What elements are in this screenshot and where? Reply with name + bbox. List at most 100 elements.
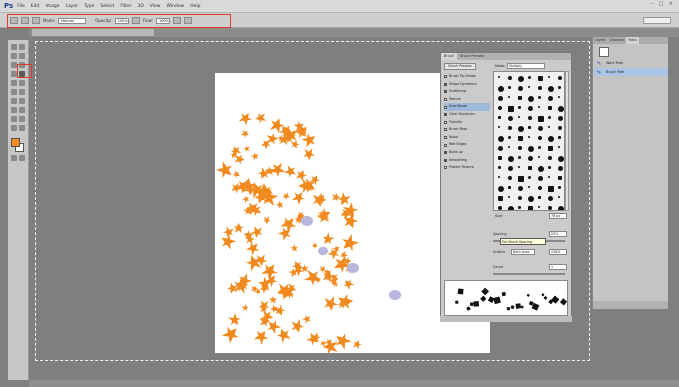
brush-tip-thumbnail[interactable] [498,116,501,119]
window-controls[interactable]: – □ × [650,1,675,7]
brush-tip-thumbnail[interactable] [498,96,503,101]
brush-tip-thumbnail[interactable] [518,126,524,132]
tab-layers[interactable]: Layers [593,37,608,44]
brush-tip-thumbnail[interactable] [518,96,522,100]
document-tab[interactable] [32,29,154,36]
brush-option[interactable]: Transfer [444,119,490,127]
brush-option[interactable]: Protect Texture [444,164,490,172]
brush-tip-thumbnail[interactable] [518,136,523,141]
path-row-brush[interactable]: ✎ Brush Path [594,68,668,76]
type-tool-icon[interactable] [19,107,25,113]
eraser-tool-icon[interactable] [11,89,17,95]
menu-type[interactable]: Type [84,4,94,9]
brush-option-checkbox[interactable] [444,128,447,132]
brush-tip-thumbnail[interactable] [528,136,530,138]
brush-tip-thumbnail[interactable] [538,196,541,199]
brush-tip-thumbnail[interactable] [498,106,502,110]
brush-tip-thumbnail[interactable] [548,166,551,169]
marquee-tool-icon[interactable] [19,44,25,50]
brush-tip-thumbnail[interactable] [518,106,521,109]
brush-tip-thumbnail[interactable] [528,96,534,102]
brush-mode-select[interactable]: Multiply [507,63,545,69]
dodge-tool-icon[interactable] [19,98,25,104]
brush-tip-thumbnail[interactable] [548,106,552,110]
brush-tip-thumbnail[interactable] [558,156,564,162]
brush-tip-thumbnail[interactable] [558,196,560,198]
brush-tip-thumbnail[interactable] [538,206,540,208]
brush-option[interactable]: Brush Pose [444,126,490,134]
brush-option-checkbox[interactable] [444,113,447,117]
brush-tip-thumbnail[interactable] [518,196,522,200]
brush-tip-thumbnail[interactable] [538,126,543,131]
brush-presets-button[interactable]: Brush Presets [444,63,476,70]
brush-option[interactable]: Texture [444,96,490,104]
brush-option[interactable]: Dual Brush [444,103,490,111]
brush-tip-thumbnail[interactable] [518,206,521,209]
brush-tip-thumbnail[interactable] [558,86,561,89]
brush-tip-thumbnail[interactable] [528,186,530,188]
brush-option[interactable]: Scattering [444,88,490,96]
brush-tip-thumbnail[interactable] [548,176,550,178]
brush-tip-thumbnail[interactable] [498,136,504,142]
brush-tip-thumbnail[interactable] [498,206,502,210]
brush-tip-thumbnail[interactable] [498,196,503,201]
brush-tip-thumbnail[interactable] [558,186,561,189]
brush-tip-thumbnail[interactable] [538,86,542,90]
menu-select[interactable]: Select [100,4,114,9]
brush-tip-thumbnail[interactable] [548,186,554,192]
brush-tip-thumbnail[interactable] [498,126,500,128]
scatter-amount-input[interactable]: 226% [549,249,567,255]
menu-filter[interactable]: Filter [120,4,131,9]
brush-option-checkbox[interactable] [444,105,447,109]
brush-option-checkbox[interactable] [444,151,447,155]
brush-option[interactable]: Wet Edges [444,141,490,149]
menu-file[interactable]: File [17,4,25,9]
brush-option-checkbox[interactable] [444,90,447,94]
brush-tip-thumbnail[interactable] [518,186,523,191]
brush-tip-thumbnail[interactable] [508,76,512,80]
brush-tip-thumbnail[interactable] [508,196,510,198]
brush-tip-thumbnail[interactable] [548,156,552,160]
brush-tip-thumbnail[interactable] [538,186,542,190]
brush-tip-thumbnail[interactable] [528,206,533,210]
quick-mask-icon[interactable] [11,155,17,161]
tab-brush[interactable]: Brush [441,53,458,60]
brush-tip-thumbnail[interactable] [528,86,530,88]
brush-tip-thumbnail[interactable] [518,86,523,91]
tab-brush-presets[interactable]: Brush Presets [457,53,487,60]
brush-tip-thumbnail[interactable] [498,186,504,192]
menu-3d[interactable]: 3D [137,4,143,9]
tab-paths[interactable]: Paths [626,37,639,44]
brush-tip-thumbnail[interactable] [538,116,544,122]
brush-tip-thumbnail[interactable] [498,166,501,169]
foreground-color-swatch[interactable] [11,138,20,147]
brush-tip-thumbnail[interactable] [558,116,563,121]
brush-option-checkbox[interactable] [444,120,447,124]
brush-tip-thumbnail[interactable] [498,176,500,178]
brush-tip-thumbnail[interactable] [528,116,532,120]
menu-help[interactable]: Help [190,4,200,9]
clone-stamp-tool-icon[interactable] [11,80,17,86]
brush-tip-thumbnail[interactable] [508,136,511,139]
scatter-axes-field[interactable]: Both Axes [511,249,535,255]
brush-tip-thumbnail[interactable] [518,156,521,159]
brush-tip-thumbnail[interactable] [498,86,504,92]
brush-tip-thumbnail[interactable] [528,146,534,152]
menu-edit[interactable]: Edit [31,4,40,9]
brush-tip-thumbnail[interactable] [508,106,514,112]
brush-tip-thumbnail[interactable] [548,206,552,210]
brush-tip-thumbnail[interactable] [558,166,563,171]
brush-tip-thumbnail[interactable] [538,96,541,99]
brush-option-checkbox[interactable] [444,82,447,86]
count-slider[interactable] [493,273,565,275]
brush-tip-thumbnail[interactable] [508,86,511,89]
brush-tip-thumbnail[interactable] [528,196,534,202]
brush-tip-thumbnail[interactable] [498,156,502,160]
brush-option-checkbox[interactable] [444,143,447,147]
brush-option[interactable]: Shape Dynamics [444,81,490,89]
brush-tip-thumbnail[interactable] [508,156,514,162]
brush-tip-thumbnail[interactable] [528,126,531,129]
brush-tip-thumbnail[interactable] [558,106,564,112]
brush-option-checkbox[interactable] [444,158,447,162]
brush-tip-thumbnail[interactable] [548,146,553,151]
